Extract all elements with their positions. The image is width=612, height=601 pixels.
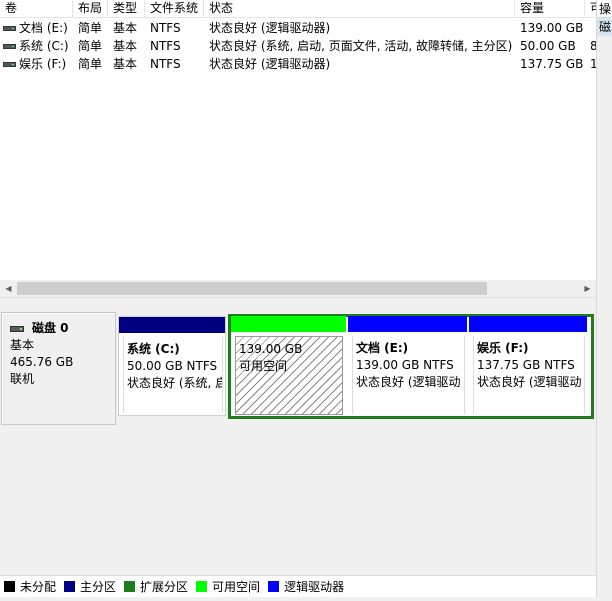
volume-status: 状态良好 (逻辑驱动器) (209, 21, 331, 35)
volume-layout: 简单 (78, 21, 103, 35)
legend-swatch (268, 581, 280, 592)
window-bottom-edge (0, 597, 612, 601)
legend-item: 未分配 (4, 578, 56, 595)
partition-label: 文档 (E:) (356, 341, 409, 355)
volume-fs: NTFS (150, 21, 181, 35)
volume-rows: 文档 (E:) 简单 基本 NTFS 状态良好 (逻辑驱动器) 139.00 G… (0, 19, 596, 73)
legend-item: 主分区 (64, 578, 116, 595)
column-header-layout[interactable]: 布局 (73, 0, 108, 18)
legend: 未分配 主分区 扩展分区 可用空间 逻辑驱动器 (0, 575, 596, 597)
legend-item: 逻辑驱动器 (268, 578, 344, 595)
table-row[interactable]: 系统 (C:) 简单 基本 NTFS 状态良好 (系统, 启动, 页面文件, 活… (0, 37, 596, 55)
volume-fs: NTFS (150, 39, 181, 53)
scrollbar-thumb[interactable] (17, 282, 487, 295)
legend-swatch (64, 581, 76, 592)
legend-label: 逻辑驱动器 (284, 580, 345, 594)
partition-label: 系统 (C:) (127, 342, 180, 356)
partition-label: 娱乐 (F:) (477, 341, 529, 355)
partition-status: 状态良好 (逻辑驱动 (356, 375, 461, 389)
partition-size: 139.00 GB NTFS (356, 358, 454, 372)
disk-state: 联机 (10, 372, 35, 386)
actions-selected-item[interactable]: 磁 (597, 18, 612, 36)
volume-type: 基本 (113, 57, 138, 71)
column-header-free[interactable]: 可 (585, 0, 596, 18)
volume-name: 系统 (C:) (19, 39, 69, 53)
logical-drive-bar (469, 316, 587, 332)
disk-type: 基本 (10, 338, 35, 352)
volume-extra (585, 19, 596, 37)
disk-title: 磁盘 0 (32, 321, 69, 335)
disk-icon (10, 325, 24, 332)
partition-c[interactable]: 系统 (C:) 50.00 GB NTFS 状态良好 (系统, 启 (118, 316, 226, 416)
column-header-filesystem[interactable]: 文件系统 (145, 0, 204, 18)
volume-list-header: 卷 布局 类型 文件系统 状态 容量 可 (0, 0, 596, 18)
volume-fs: NTFS (150, 57, 181, 71)
partition-f[interactable]: 娱乐 (F:) 137.75 GB NTFS 状态良好 (逻辑驱动 (469, 316, 587, 416)
volume-capacity: 139.00 GB (520, 21, 584, 35)
legend-label: 未分配 (20, 580, 57, 594)
legend-item: 可用空间 (196, 578, 260, 595)
volume-name: 娱乐 (F:) (19, 57, 67, 71)
volume-type: 基本 (113, 39, 138, 53)
legend-item: 扩展分区 (124, 578, 188, 595)
legend-label: 扩展分区 (140, 580, 189, 594)
column-header-status[interactable]: 状态 (204, 0, 515, 18)
legend-label: 主分区 (80, 580, 117, 594)
table-row[interactable]: 娱乐 (F:) 简单 基本 NTFS 状态良好 (逻辑驱动器) 137.75 G… (0, 55, 596, 73)
horizontal-scrollbar[interactable]: ◀ ▶ (0, 280, 596, 297)
table-row[interactable]: 文档 (E:) 简单 基本 NTFS 状态良好 (逻辑驱动器) 139.00 G… (0, 19, 596, 37)
volume-layout: 简单 (78, 39, 103, 53)
column-header-volume[interactable]: 卷 (0, 0, 73, 18)
volume-name: 文档 (E:) (19, 21, 68, 35)
actions-pane: 操 磁 (596, 0, 612, 601)
free-space-bar (231, 316, 346, 332)
primary-partition-bar (119, 317, 225, 333)
free-space-status: 可用空间 (239, 359, 288, 373)
partition-status: 状态良好 (逻辑驱动 (477, 375, 582, 389)
drive-icon (3, 61, 16, 67)
disk-size: 465.76 GB (10, 355, 74, 369)
legend-swatch (124, 581, 136, 592)
partition-size: 50.00 GB NTFS (127, 359, 218, 373)
volume-extra: 1 (590, 57, 596, 71)
partition-free-space[interactable]: 139.00 GB 可用空间 (231, 316, 346, 416)
volume-extra: 8 (590, 39, 596, 53)
volume-status: 状态良好 (系统, 启动, 页面文件, 活动, 故障转储, 主分区) (209, 39, 513, 53)
scroll-left-icon[interactable]: ◀ (0, 280, 17, 297)
scroll-right-icon[interactable]: ▶ (579, 280, 596, 297)
disk-map-pane: 磁盘 0 基本 465.76 GB 联机 系统 (C:) 50.00 GB NT… (0, 307, 596, 575)
column-header-type[interactable]: 类型 (108, 0, 145, 18)
volume-capacity: 137.75 GB (520, 57, 584, 71)
pane-splitter[interactable] (0, 297, 596, 307)
volume-type: 基本 (113, 21, 138, 35)
legend-swatch (196, 581, 208, 592)
partition-e[interactable]: 文档 (E:) 139.00 GB NTFS 状态良好 (逻辑驱动 (348, 316, 467, 416)
disk-info-box[interactable]: 磁盘 0 基本 465.76 GB 联机 (1, 312, 116, 425)
partition-status: 状态良好 (系统, 启 (127, 376, 223, 390)
volume-layout: 简单 (78, 57, 103, 71)
legend-label: 可用空间 (212, 580, 261, 594)
free-space-size: 139.00 GB (239, 342, 303, 356)
legend-swatch (4, 581, 15, 592)
volume-capacity: 50.00 GB (520, 39, 576, 53)
volume-list-pane: 卷 布局 类型 文件系统 状态 容量 可 文档 (E:) 简单 基本 NTFS … (0, 0, 596, 297)
volume-status: 状态良好 (逻辑驱动器) (209, 57, 331, 71)
logical-drive-bar (348, 316, 467, 332)
column-header-capacity[interactable]: 容量 (515, 0, 585, 18)
partition-size: 137.75 GB NTFS (477, 358, 575, 372)
drive-icon (3, 25, 16, 31)
drive-icon (3, 43, 16, 49)
actions-header: 操 (597, 0, 612, 18)
